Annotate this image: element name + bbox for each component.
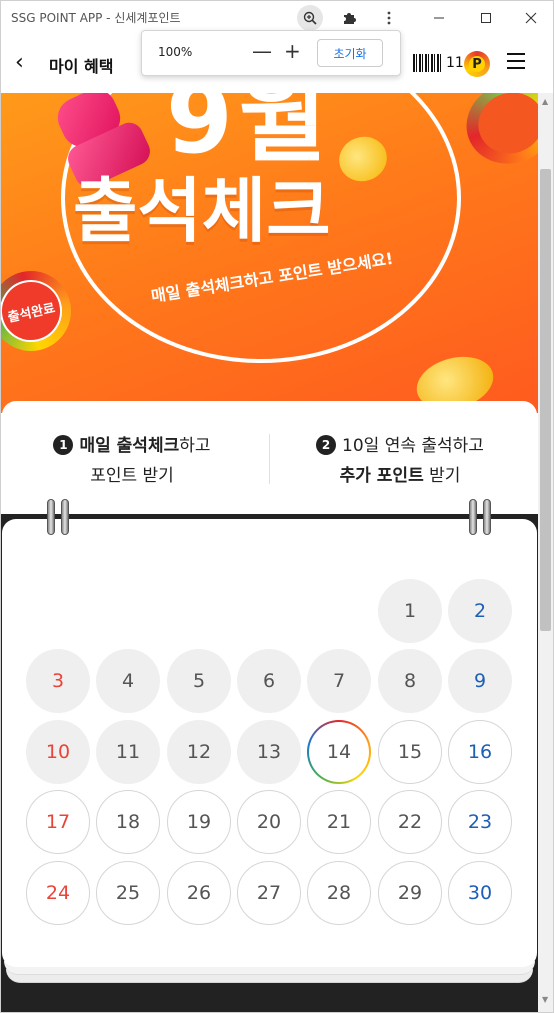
page-title: 마이 혜택 — [49, 57, 114, 76]
calendar-day[interactable]: 5 — [167, 649, 231, 713]
hamburger-menu-icon[interactable] — [507, 53, 525, 69]
calendar-day[interactable]: 7 — [307, 649, 371, 713]
point-count: 11 — [446, 55, 464, 71]
calendar-day[interactable]: 20 — [237, 790, 301, 854]
calendar-day[interactable]: 9 — [448, 649, 512, 713]
banner-headline: 출석체크 — [73, 170, 331, 252]
calendar-day[interactable]: 16 — [448, 720, 512, 784]
badge-right-decoration — [455, 93, 538, 176]
calendar-day[interactable]: 15 — [378, 720, 442, 784]
calendar-day[interactable]: 26 — [167, 861, 231, 925]
calendar-day[interactable]: 23 — [448, 790, 512, 854]
calendar-day[interactable]: 2 — [448, 579, 512, 643]
step-2: 2 10일 연속 출석하고 추가 포인트 받기 — [270, 431, 530, 491]
step-2-rest: 받기 — [423, 466, 461, 486]
app-window: SSG POINT APP - 신세계포인트 100% — + 초기화 ‹ 마이… — [0, 0, 554, 1013]
extension-puzzle-icon[interactable] — [336, 5, 362, 31]
zoom-icon[interactable] — [297, 5, 323, 31]
calendar-day[interactable]: 30 — [448, 861, 512, 925]
info-card: 1 매일 출석체크하고 포인트 받기 2 10일 연속 출석하고 추가 포인트 받기 — [2, 401, 537, 516]
zoom-popup: 100% — + 초기화 — [141, 30, 401, 76]
calendar-day[interactable]: 29 — [378, 861, 442, 925]
calendar-day[interactable]: 8 — [378, 649, 442, 713]
calendar-day[interactable]: 4 — [96, 649, 160, 713]
zoom-reset-button[interactable]: 초기화 — [317, 39, 383, 67]
calendar-day[interactable]: 17 — [26, 790, 90, 854]
back-icon[interactable]: ‹ — [15, 50, 24, 75]
calendar-day-today[interactable]: 14 — [307, 720, 371, 784]
calendar-card: 1 2 3 4 5 6 7 8 9 10 11 12 13 14 15 16 1… — [2, 519, 537, 967]
title-bar: SSG POINT APP - 신세계포인트 — [1, 1, 553, 33]
scrollbar[interactable]: ▲ ▼ — [538, 93, 553, 1012]
step-2-number: 2 — [316, 435, 337, 455]
scroll-up-icon[interactable]: ▲ — [542, 97, 548, 106]
calendar-day[interactable]: 21 — [307, 790, 371, 854]
calendar-day[interactable]: 12 — [167, 720, 231, 784]
calendar-day[interactable]: 6 — [237, 649, 301, 713]
maximize-button[interactable] — [473, 5, 499, 31]
calendar-day[interactable]: 13 — [237, 720, 301, 784]
scroll-down-icon[interactable]: ▼ — [542, 995, 548, 1004]
scrollbar-thumb[interactable] — [540, 169, 551, 631]
step-2-bold: 추가 포인트 — [339, 466, 424, 486]
calendar-day[interactable]: 10 — [26, 720, 90, 784]
calendar-day[interactable]: 27 — [237, 861, 301, 925]
binder-ring-left — [47, 499, 69, 535]
attendance-complete-label: 출석완료 — [1, 274, 68, 348]
step-2-line1: 10일 연속 출석하고 — [342, 436, 484, 456]
point-badge-icon[interactable]: P — [464, 51, 490, 77]
zoom-in-button[interactable]: + — [284, 39, 301, 63]
step-1-line2: 포인트 받기 — [90, 466, 174, 486]
zoom-out-button[interactable]: — — [252, 39, 272, 63]
calendar-day[interactable]: 24 — [26, 861, 90, 925]
attendance-complete-badge: 출석완료 — [1, 263, 79, 359]
calendar-day[interactable]: 25 — [96, 861, 160, 925]
window-title: SSG POINT APP - 신세계포인트 — [11, 10, 181, 25]
calendar-day[interactable]: 18 — [96, 790, 160, 854]
calendar-day[interactable]: 1 — [378, 579, 442, 643]
step-1-rest: 하고 — [179, 436, 211, 456]
step-1-number: 1 — [53, 435, 74, 455]
zoom-level: 100% — [158, 45, 193, 59]
step-1: 1 매일 출석체크하고 포인트 받기 — [2, 431, 262, 491]
calendar-day[interactable]: 28 — [307, 861, 371, 925]
attendance-banner: 9월 출석체크 매일 출석체크하고 포인트 받으세요! 출석완료 — [1, 93, 538, 413]
minimize-button[interactable] — [426, 5, 452, 31]
step-1-bold: 매일 출석체크 — [79, 436, 180, 456]
point-badge-letter: P — [469, 56, 485, 72]
calendar-day[interactable]: 11 — [96, 720, 160, 784]
calendar-day[interactable]: 22 — [378, 790, 442, 854]
barcode-icon[interactable] — [413, 54, 441, 72]
binder-ring-right — [469, 499, 491, 535]
more-options-icon[interactable] — [376, 5, 402, 31]
close-button[interactable] — [518, 5, 544, 31]
calendar-day[interactable]: 3 — [26, 649, 90, 713]
calendar-day[interactable]: 19 — [167, 790, 231, 854]
